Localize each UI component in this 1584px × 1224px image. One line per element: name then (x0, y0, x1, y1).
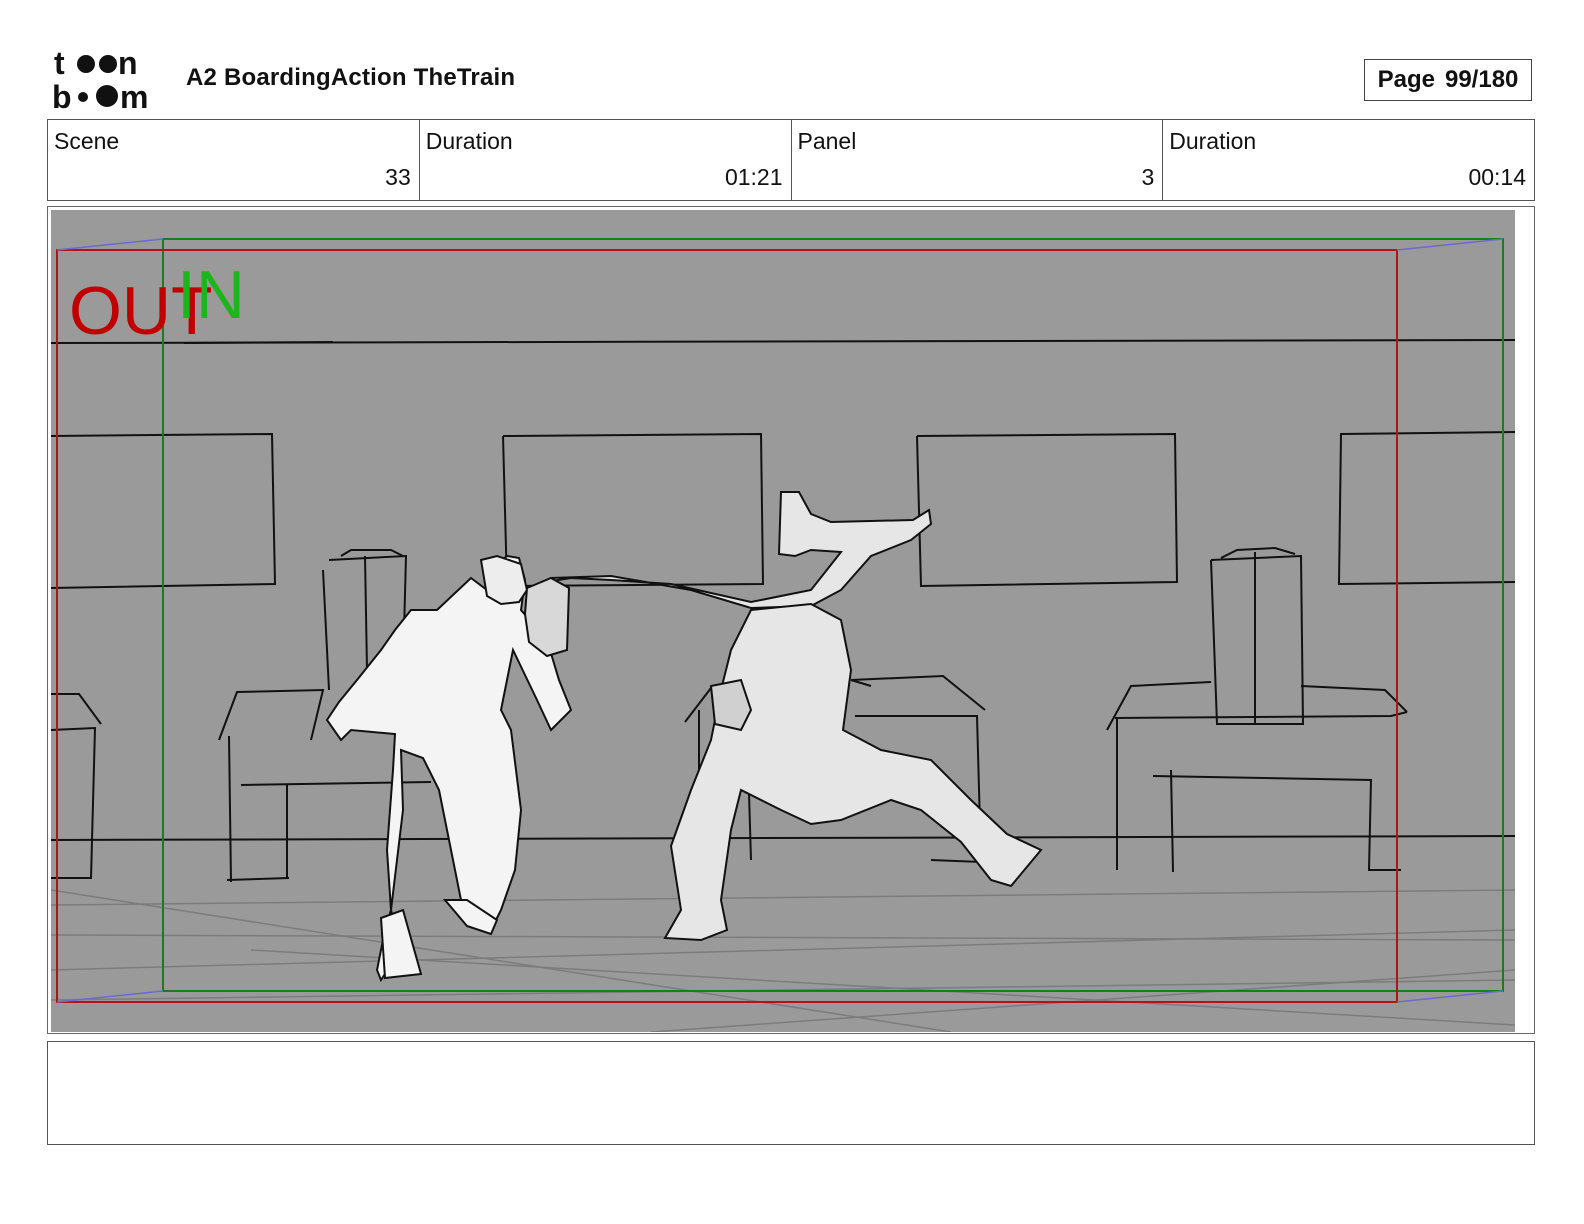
svg-text:t: t (54, 48, 65, 81)
panel-duration-value: 00:14 (1468, 164, 1526, 190)
panel-cell: Panel 3 (790, 120, 1163, 200)
project-title: A2 BoardingAction TheTrain (186, 64, 516, 91)
page-label: Page (1377, 66, 1435, 93)
toon-boom-logo: t n b m (52, 45, 164, 115)
scene-duration-cell: Duration 01:21 (418, 120, 791, 200)
scene-label: Scene (54, 128, 120, 154)
scene-duration-label: Duration (425, 128, 513, 154)
scene-cell: Scene 33 (48, 120, 419, 200)
panel-info-row: Scene 33 Duration 01:21 Panel 3 Duration… (47, 119, 1535, 201)
svg-text:m: m (120, 79, 148, 112)
panel-drawing: OUT IN (51, 210, 1515, 1032)
panel-value: 3 (1141, 164, 1155, 190)
panel-notes-box (47, 1041, 1535, 1145)
overlay-in-label: IN (177, 257, 245, 333)
panel-duration-label: Duration (1169, 128, 1257, 154)
scene-value: 33 (385, 164, 411, 190)
page-number: 99/180 (1444, 66, 1519, 93)
svg-text:n: n (118, 48, 138, 81)
storyboard-panel: OUT IN (47, 206, 1535, 1034)
page-indicator: Page 99/180 (1364, 59, 1532, 101)
panel-label: Panel (797, 128, 857, 154)
svg-text:b: b (52, 79, 72, 112)
scene-duration-value: 01:21 (724, 164, 783, 190)
panel-duration-cell: Duration 00:14 (1162, 120, 1534, 200)
